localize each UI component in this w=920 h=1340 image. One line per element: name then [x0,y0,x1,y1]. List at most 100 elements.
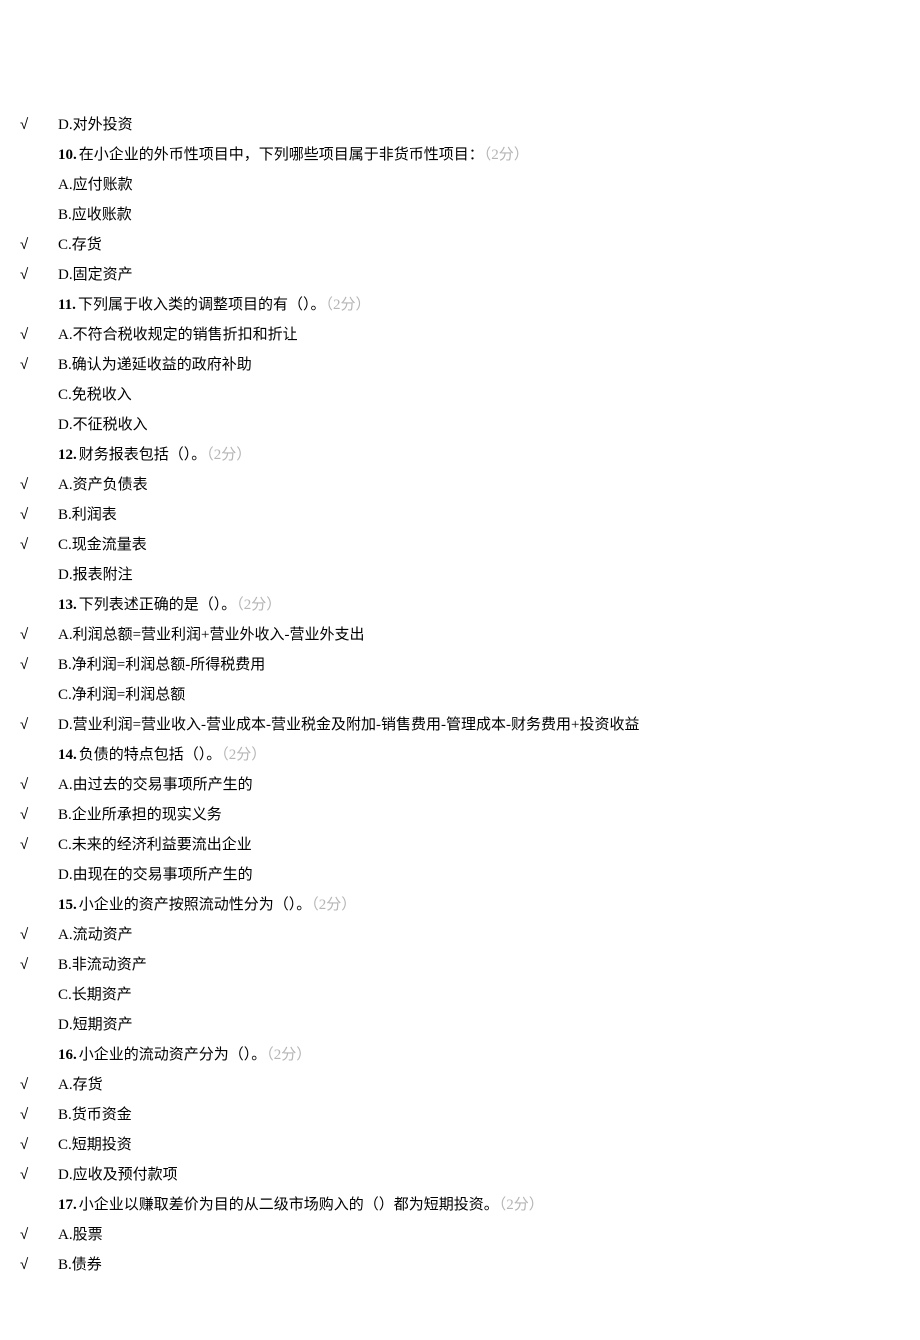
option-text: 不征税收入 [73,417,148,433]
check-mark: √ [20,260,48,290]
check-mark: √ [20,350,48,380]
line-content: 10.在小企业的外币性项目中，下列哪些项目属于非货币性项目：（2分） [48,140,900,170]
check-mark: √ [20,1250,48,1280]
option-row: √B.企业所承担的现实义务 [20,800,900,830]
option-text: 短期投资 [72,1137,132,1153]
line-content: A.流动资产 [48,920,900,950]
line-content: C.存货 [48,230,900,260]
check-mark: √ [20,770,48,800]
line-content: A.利润总额=营业利润+营业外收入-营业外支出 [48,620,900,650]
option-row: D.不征税收入 [20,410,900,440]
option-letter: B. [58,657,72,673]
option-letter: A. [58,927,73,943]
option-letter: A. [58,627,73,643]
check-mark: √ [20,530,48,560]
option-row: √B.净利润=利润总额-所得税费用 [20,650,900,680]
option-row: √A.由过去的交易事项所产生的 [20,770,900,800]
question-number: 10. [58,147,77,163]
option-letter: D. [58,567,73,583]
line-content: D.不征税收入 [48,410,900,440]
question-points: （2分） [499,1197,544,1213]
option-row: √A.不符合税收规定的销售折扣和折让 [20,320,900,350]
line-content: D.应收及预付款项 [48,1160,900,1190]
question-number: 11. [58,297,76,313]
option-letter: B. [58,807,72,823]
question-text: 在小企业的外币性项目中，下列哪些项目属于非货币性项目： [79,147,484,163]
question-row: 15.小企业的资产按照流动性分为（）。（2分） [20,890,900,920]
option-row: C.净利润=利润总额 [20,680,900,710]
option-text: 企业所承担的现实义务 [72,807,222,823]
option-letter: C. [58,1137,72,1153]
option-letter: B. [58,507,72,523]
line-content: B.利润表 [48,500,900,530]
check-mark: √ [20,710,48,740]
check-mark: √ [20,950,48,980]
question-number: 12. [58,447,77,463]
option-letter: A. [58,777,73,793]
question-row: 11.下列属于收入类的调整项目的有（）。（2分） [20,290,900,320]
option-letter: A. [58,477,73,493]
option-text: 股票 [73,1227,103,1243]
option-row: √A.资产负债表 [20,470,900,500]
option-letter: C. [58,837,72,853]
line-content: C.未来的经济利益要流出企业 [48,830,900,860]
option-row: √B.非流动资产 [20,950,900,980]
question-points: （2分） [236,597,281,613]
line-content: D.对外投资 [48,110,900,140]
check-mark: √ [20,1070,48,1100]
option-row: D.短期资产 [20,1010,900,1040]
option-row: √C.短期投资 [20,1130,900,1160]
line-content: B.净利润=利润总额-所得税费用 [48,650,900,680]
option-row: √A.流动资产 [20,920,900,950]
question-number: 17. [58,1197,77,1213]
question-points: （2分） [206,447,251,463]
option-letter: A. [58,1077,73,1093]
line-content: 13.下列表述正确的是（）。（2分） [48,590,900,620]
option-text: 存货 [73,1077,103,1093]
question-text: 小企业以赚取差价为目的从二级市场购入的（）都为短期投资。 [79,1197,499,1213]
option-text: 免税收入 [72,387,132,403]
option-letter: B. [58,1107,72,1123]
line-content: C.短期投资 [48,1130,900,1160]
option-text: 存货 [72,237,102,253]
question-text: 负债的特点包括（）。 [79,747,222,763]
question-points: （2分） [311,897,356,913]
option-text: 确认为递延收益的政府补助 [72,357,252,373]
question-number: 16. [58,1047,77,1063]
line-content: 14.负债的特点包括（）。（2分） [48,740,900,770]
line-content: C.长期资产 [48,980,900,1010]
line-content: A.资产负债表 [48,470,900,500]
option-letter: B. [58,357,72,373]
option-text: 营业利润=营业收入-营业成本-营业税金及附加-销售费用-管理成本-财务费用+投资… [73,717,640,733]
option-row: D.由现在的交易事项所产生的 [20,860,900,890]
option-text: 未来的经济利益要流出企业 [72,837,252,853]
option-row: √C.未来的经济利益要流出企业 [20,830,900,860]
line-content: 17.小企业以赚取差价为目的从二级市场购入的（）都为短期投资。（2分） [48,1190,900,1220]
option-row: D.报表附注 [20,560,900,590]
option-letter: B. [58,957,72,973]
option-letter: C. [58,387,72,403]
question-points: （2分） [266,1047,311,1063]
option-text: 应收及预付款项 [73,1167,178,1183]
question-row: 12.财务报表包括（）。（2分） [20,440,900,470]
line-content: A.存货 [48,1070,900,1100]
option-letter: A. [58,327,73,343]
check-mark: √ [20,1160,48,1190]
option-text: 报表附注 [73,567,133,583]
line-content: 12.财务报表包括（）。（2分） [48,440,900,470]
check-mark: √ [20,1130,48,1160]
question-row: 17.小企业以赚取差价为目的从二级市场购入的（）都为短期投资。（2分） [20,1190,900,1220]
option-letter: D. [58,1017,73,1033]
line-content: A.应付账款 [48,170,900,200]
option-letter: A. [58,1227,73,1243]
option-letter: B. [58,1257,72,1273]
option-letter: C. [58,987,72,1003]
line-content: 11.下列属于收入类的调整项目的有（）。（2分） [48,290,900,320]
option-letter: C. [58,537,72,553]
option-row: √ B.确认为递延收益的政府补助 [20,350,900,380]
question-text: 下列属于收入类的调整项目的有（）。 [78,297,326,313]
line-content: 16.小企业的流动资产分为（）。（2分） [48,1040,900,1070]
option-letter: D. [58,867,73,883]
line-content: B.企业所承担的现实义务 [48,800,900,830]
question-points: （2分） [325,297,370,313]
